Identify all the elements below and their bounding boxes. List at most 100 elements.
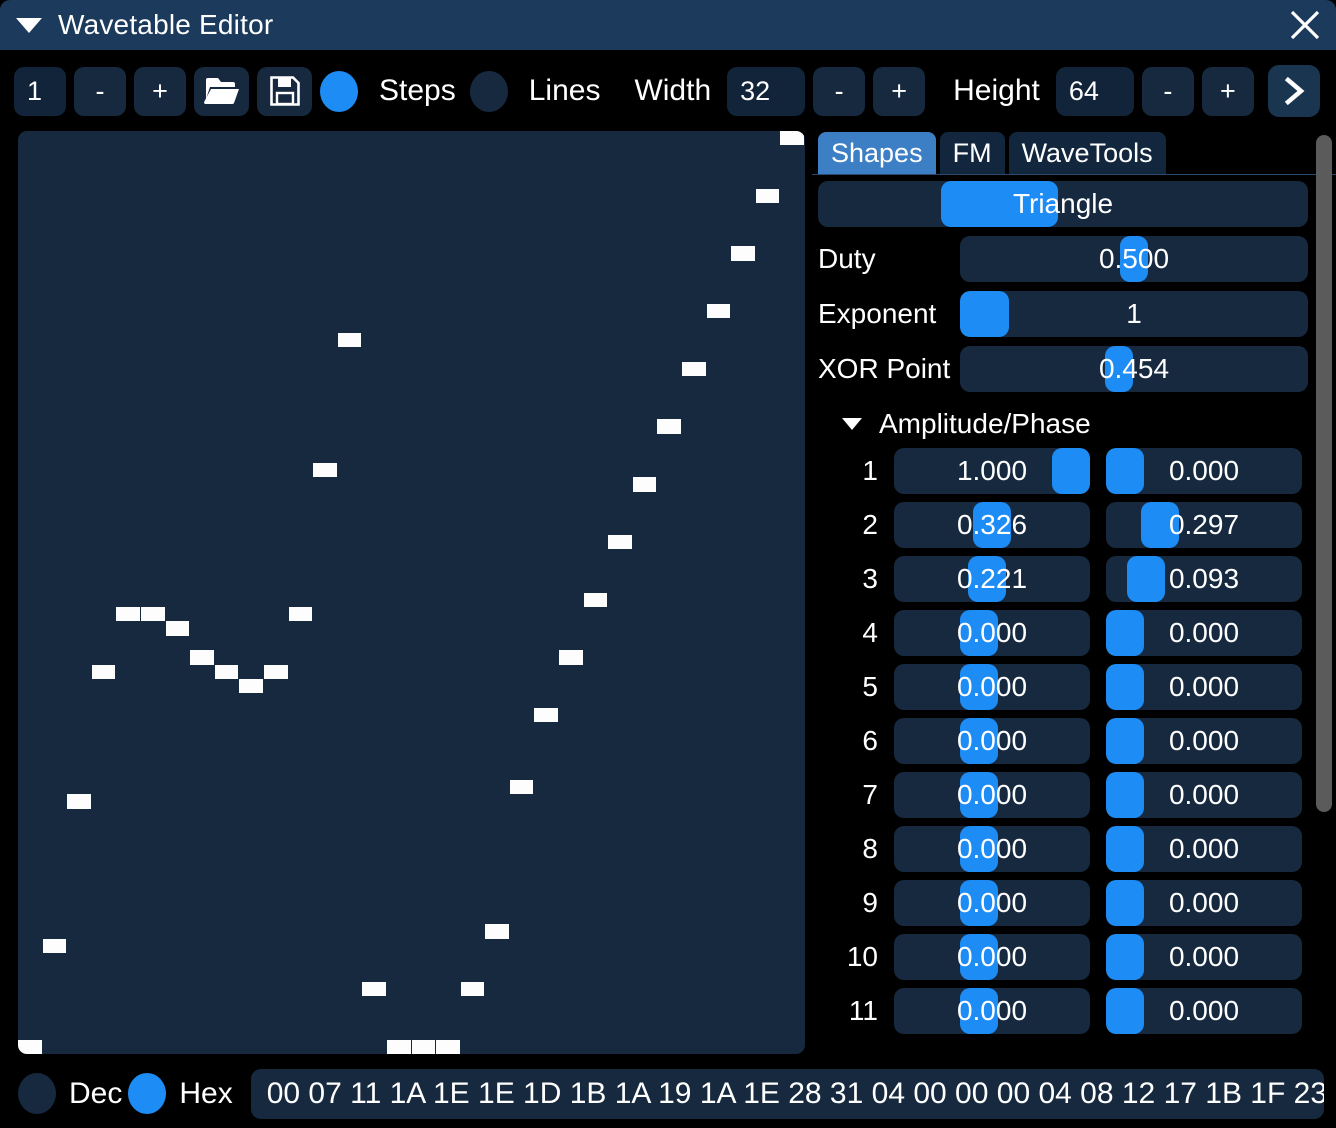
waveform-step[interactable] xyxy=(116,607,140,621)
amplitude-slider-thumb[interactable] xyxy=(1052,448,1090,494)
xor-point-value: 0.454 xyxy=(1099,353,1169,385)
triangle-down-icon[interactable] xyxy=(842,418,862,430)
waveform-step[interactable] xyxy=(780,131,804,145)
exponent-slider-thumb[interactable] xyxy=(960,291,1009,337)
save-file-button[interactable] xyxy=(257,67,312,116)
waveform-step[interactable] xyxy=(510,780,534,794)
waveform-step[interactable] xyxy=(485,924,509,938)
phase-slider-thumb[interactable] xyxy=(1106,610,1144,656)
phase-slider[interactable]: 0.000 xyxy=(1106,988,1302,1034)
waveform-step[interactable] xyxy=(436,1040,460,1054)
height-input[interactable]: 64 xyxy=(1056,67,1134,116)
amplitude-slider[interactable]: 0.000 xyxy=(894,988,1090,1034)
waveform-step[interactable] xyxy=(756,189,780,203)
waveform-canvas[interactable] xyxy=(18,131,805,1054)
index-increment-button[interactable]: + xyxy=(134,67,186,116)
triangle-down-icon[interactable] xyxy=(16,18,42,33)
width-decrement-button[interactable]: - xyxy=(813,67,865,116)
phase-slider[interactable]: 0.000 xyxy=(1106,826,1302,872)
waveform-step[interactable] xyxy=(313,463,337,477)
phase-slider-thumb[interactable] xyxy=(1106,718,1144,764)
panel-scrollbar-thumb[interactable] xyxy=(1316,135,1332,812)
panel-scrollbar[interactable] xyxy=(1316,135,1332,1050)
amplitude-slider[interactable]: 0.326 xyxy=(894,502,1090,548)
waveform-step[interactable] xyxy=(412,1040,436,1054)
phase-slider[interactable]: 0.000 xyxy=(1106,610,1302,656)
waveform-step[interactable] xyxy=(682,362,706,376)
waveform-step[interactable] xyxy=(387,1040,411,1054)
height-decrement-button[interactable]: - xyxy=(1142,67,1194,116)
xor-point-slider[interactable]: 0.454 xyxy=(960,346,1308,392)
hex-values-input[interactable]: 00 07 11 1A 1E 1E 1D 1B 1A 19 1A 1E 28 3… xyxy=(251,1069,1324,1119)
phase-slider-thumb[interactable] xyxy=(1106,772,1144,818)
waveform-step[interactable] xyxy=(559,650,583,664)
amplitude-slider[interactable]: 0.000 xyxy=(894,718,1090,764)
waveform-step[interactable] xyxy=(43,939,67,953)
waveform-step[interactable] xyxy=(461,982,485,996)
amplitude-slider[interactable]: 0.000 xyxy=(894,826,1090,872)
waveform-step[interactable] xyxy=(239,679,263,693)
waveform-step[interactable] xyxy=(362,982,386,996)
amplitude-slider[interactable]: 0.000 xyxy=(894,610,1090,656)
wavetable-index-field[interactable]: 1 xyxy=(14,67,66,116)
waveform-step[interactable] xyxy=(608,535,632,549)
shape-selector[interactable]: Triangle xyxy=(818,181,1308,227)
waveform-step[interactable] xyxy=(190,650,214,664)
phase-slider[interactable]: 0.000 xyxy=(1106,718,1302,764)
waveform-step[interactable] xyxy=(215,665,239,679)
width-input[interactable]: 32 xyxy=(727,67,805,116)
waveform-step[interactable] xyxy=(338,333,362,347)
amplitude-phase-header[interactable]: Amplitude/Phase xyxy=(812,408,1336,440)
height-increment-button[interactable]: + xyxy=(1202,67,1254,116)
phase-slider-thumb[interactable] xyxy=(1106,988,1144,1034)
amplitude-slider[interactable]: 0.000 xyxy=(894,934,1090,980)
width-increment-button[interactable]: + xyxy=(873,67,925,116)
waveform-step[interactable] xyxy=(18,1040,42,1054)
amplitude-slider[interactable]: 0.000 xyxy=(894,772,1090,818)
base-dec-radio[interactable] xyxy=(18,1073,56,1114)
folder-open-icon xyxy=(204,75,240,107)
waveform-step[interactable] xyxy=(584,593,608,607)
waveform-step[interactable] xyxy=(67,794,91,808)
phase-slider[interactable]: 0.000 xyxy=(1106,772,1302,818)
waveform-step[interactable] xyxy=(166,621,190,635)
phase-slider[interactable]: 0.297 xyxy=(1106,502,1302,548)
close-button[interactable] xyxy=(1282,2,1328,48)
phase-slider-thumb[interactable] xyxy=(1127,556,1165,602)
phase-slider-thumb[interactable] xyxy=(1106,448,1144,494)
waveform-step[interactable] xyxy=(657,419,681,433)
phase-slider[interactable]: 0.000 xyxy=(1106,934,1302,980)
base-hex-radio[interactable] xyxy=(128,1073,166,1114)
phase-slider-thumb[interactable] xyxy=(1106,880,1144,926)
amplitude-slider[interactable]: 0.221 xyxy=(894,556,1090,602)
phase-slider-thumb[interactable] xyxy=(1106,664,1144,710)
exponent-slider[interactable]: 1 xyxy=(960,291,1308,337)
mode-steps-radio[interactable] xyxy=(320,71,358,112)
waveform-step[interactable] xyxy=(534,708,558,722)
waveform-step[interactable] xyxy=(289,607,313,621)
waveform-step[interactable] xyxy=(92,665,116,679)
waveform-step[interactable] xyxy=(731,246,755,260)
next-page-button[interactable] xyxy=(1268,65,1320,117)
harmonic-index: 11 xyxy=(812,995,894,1027)
amplitude-slider[interactable]: 0.000 xyxy=(894,880,1090,926)
open-file-button[interactable] xyxy=(194,67,249,116)
tab-shapes[interactable]: Shapes xyxy=(818,132,936,174)
tab-fm[interactable]: FM xyxy=(940,132,1005,174)
amplitude-slider[interactable]: 1.000 xyxy=(894,448,1090,494)
phase-slider[interactable]: 0.000 xyxy=(1106,664,1302,710)
duty-slider[interactable]: 0.500 xyxy=(960,236,1308,282)
phase-slider[interactable]: 0.000 xyxy=(1106,880,1302,926)
index-decrement-button[interactable]: - xyxy=(74,67,126,116)
tab-wavetools[interactable]: WaveTools xyxy=(1009,132,1166,174)
phase-slider[interactable]: 0.093 xyxy=(1106,556,1302,602)
mode-lines-radio[interactable] xyxy=(470,71,508,112)
phase-slider-thumb[interactable] xyxy=(1106,934,1144,980)
waveform-step[interactable] xyxy=(707,304,731,318)
waveform-step[interactable] xyxy=(633,477,657,491)
amplitude-slider[interactable]: 0.000 xyxy=(894,664,1090,710)
waveform-step[interactable] xyxy=(264,665,288,679)
phase-slider[interactable]: 0.000 xyxy=(1106,448,1302,494)
phase-slider-thumb[interactable] xyxy=(1106,826,1144,872)
waveform-step[interactable] xyxy=(141,607,165,621)
